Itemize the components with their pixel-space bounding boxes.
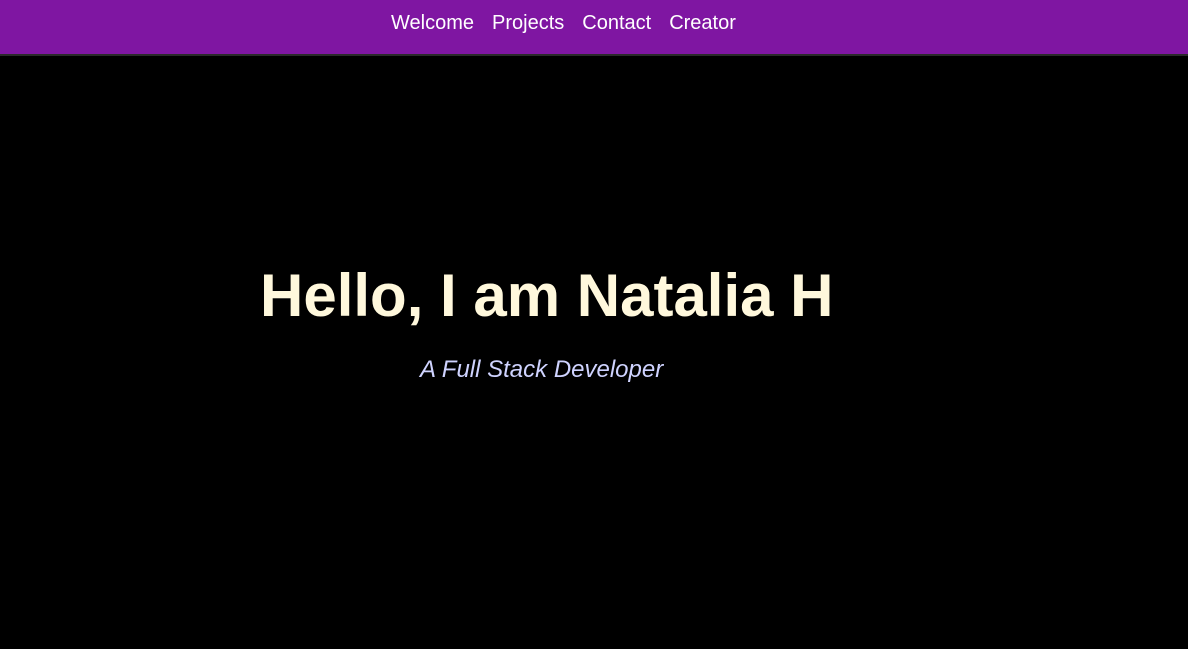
nav-link-projects[interactable]: Projects [483, 12, 573, 35]
hero-subtitle: A Full Stack Developer [420, 356, 664, 383]
nav-link-creator[interactable]: Creator [660, 12, 745, 35]
nav-link-contact[interactable]: Contact [573, 12, 660, 35]
nav-links: Welcome Projects Contact Creator [382, 0, 745, 46]
hero-section: Hello, I am Natalia H A Full Stack Devel… [0, 56, 1188, 649]
hero-title: Hello, I am Natalia H [260, 262, 834, 329]
nav-link-welcome[interactable]: Welcome [382, 12, 483, 35]
top-navbar: Welcome Projects Contact Creator [0, 0, 1188, 56]
